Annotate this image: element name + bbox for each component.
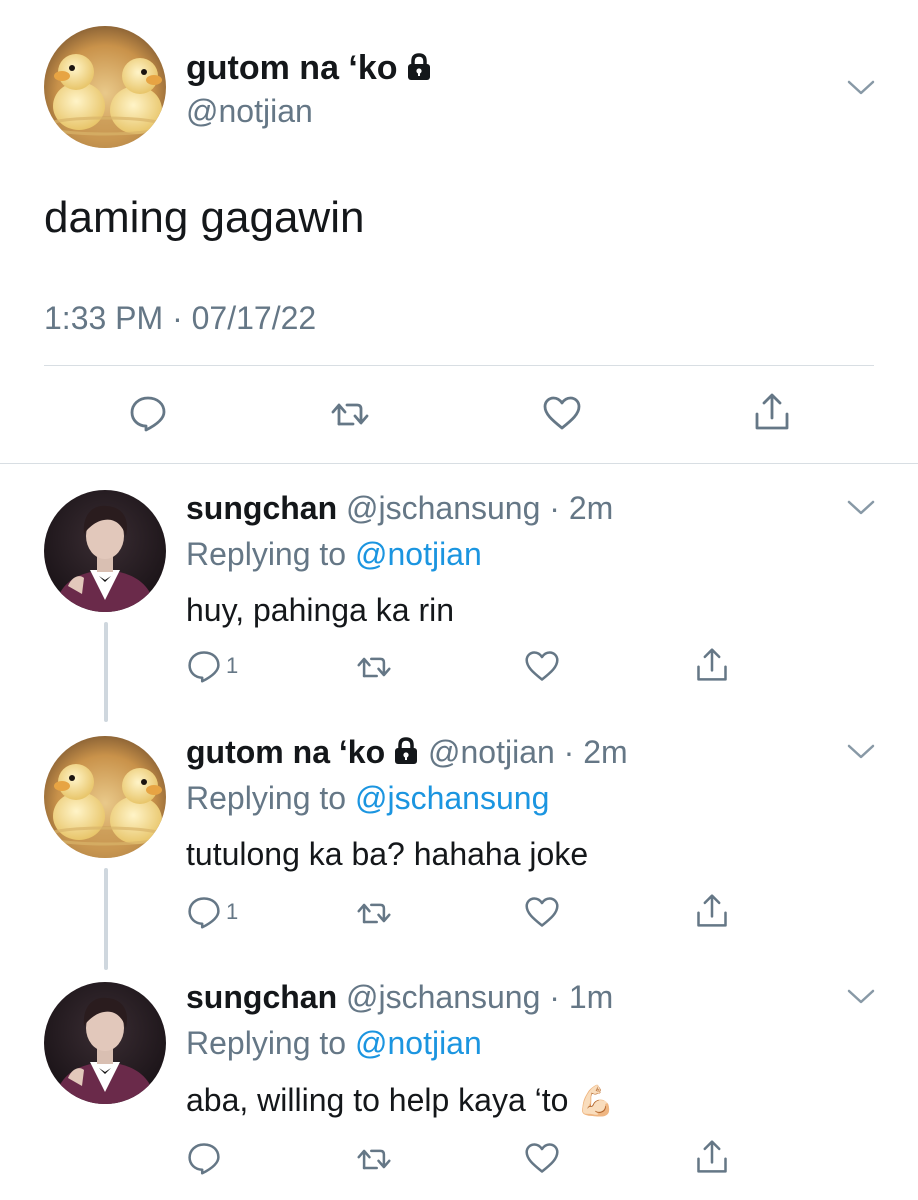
separator-dot: ·	[540, 979, 569, 1015]
reply-time[interactable]: 1m	[569, 979, 613, 1015]
retweet-icon	[356, 649, 392, 685]
share-button[interactable]	[694, 893, 730, 929]
lock-icon	[393, 736, 419, 766]
retweet-button[interactable]	[356, 649, 392, 685]
reply-icon	[128, 393, 168, 433]
avatar[interactable]	[44, 736, 166, 858]
reply-text: tutulong ka ba? hahaha joke	[186, 836, 589, 872]
chevron-down-icon[interactable]	[846, 742, 876, 762]
like-button[interactable]	[524, 1140, 560, 1176]
display-name[interactable]: sungchan	[186, 490, 337, 526]
separator-dot: ·	[540, 490, 569, 526]
retweet-button[interactable]	[356, 895, 392, 931]
reply-button[interactable]	[186, 1140, 226, 1176]
share-icon	[694, 893, 730, 929]
duck-figurine-avatar-image	[44, 26, 166, 148]
reply-time[interactable]: 2m	[583, 734, 627, 770]
tweet-text: daming gagawin	[44, 193, 365, 242]
reply-text-body: aba, willing to help kaya ‘to	[186, 1082, 569, 1118]
tweet-timestamp[interactable]: 1:33 PM · 07/17/22	[44, 298, 316, 338]
avatar[interactable]	[44, 26, 166, 148]
display-name-text: gutom na ‘ko	[186, 49, 398, 87]
reply-icon	[186, 1140, 222, 1176]
like-button[interactable]	[524, 648, 560, 684]
person-in-suit-avatar-image	[44, 982, 166, 1104]
share-icon	[694, 647, 730, 683]
handle[interactable]: @notjian	[186, 91, 313, 131]
divider	[0, 463, 918, 464]
reply-button[interactable]	[128, 393, 168, 433]
handle[interactable]: @jschansung	[346, 979, 540, 1015]
heart-icon	[524, 648, 560, 684]
handle[interactable]: @notjian	[428, 734, 555, 770]
reply-time[interactable]: 2m	[569, 490, 613, 526]
share-icon	[752, 392, 792, 432]
reply-count: 1	[226, 653, 239, 678]
reply-text: aba, willing to help kaya ‘to 💪🏻	[186, 1080, 615, 1122]
avatar[interactable]	[44, 982, 166, 1104]
replying-to-link[interactable]: @notjian	[355, 1025, 482, 1061]
retweet-button[interactable]	[356, 1141, 392, 1177]
replying-to: Replying to @notjian	[186, 534, 482, 574]
share-button[interactable]	[694, 1139, 730, 1175]
reply-icon	[186, 894, 222, 930]
thread-line	[104, 622, 108, 722]
retweet-icon	[356, 895, 392, 931]
separator-dot: ·	[554, 734, 584, 770]
lock-icon	[406, 52, 432, 82]
replying-to-link[interactable]: @notjian	[355, 536, 482, 572]
like-button[interactable]	[542, 393, 582, 433]
duck-figurine-avatar-image	[44, 736, 166, 858]
reply-header: sungchan @jschansung · 2m	[186, 488, 613, 528]
heart-icon	[524, 894, 560, 930]
replying-to: Replying to @notjian	[186, 1023, 482, 1063]
like-button[interactable]	[524, 894, 560, 930]
person-in-suit-avatar-image	[44, 490, 166, 612]
retweet-icon	[356, 1141, 392, 1177]
reply-button[interactable]: 1	[186, 894, 238, 930]
reply-text: huy, pahinga ka rin	[186, 592, 455, 628]
share-icon	[694, 1139, 730, 1175]
replying-to-link[interactable]: @jschansung	[355, 780, 549, 816]
display-name[interactable]: sungchan	[186, 979, 337, 1015]
share-button[interactable]	[752, 392, 792, 432]
heart-icon	[542, 393, 582, 433]
chevron-down-icon[interactable]	[846, 987, 876, 1007]
avatar[interactable]	[44, 490, 166, 612]
replying-to-label: Replying to	[186, 1025, 347, 1061]
divider	[44, 365, 874, 366]
heart-icon	[524, 1140, 560, 1176]
chevron-down-icon[interactable]	[846, 498, 876, 518]
reply-count: 1	[226, 899, 239, 924]
reply-button[interactable]: 1	[186, 648, 238, 684]
replying-to: Replying to @jschansung	[186, 778, 549, 818]
replying-to-label: Replying to	[186, 780, 347, 816]
reply-header: gutom na ‘ko @notjian · 2m	[186, 732, 628, 772]
retweet-icon	[330, 394, 370, 434]
thread-line	[104, 868, 108, 970]
reply-icon	[186, 648, 222, 684]
display-name[interactable]: gutom na ‘ko	[186, 48, 432, 88]
display-name[interactable]: gutom na ‘ko	[186, 734, 385, 770]
retweet-button[interactable]	[330, 394, 370, 434]
reply-header: sungchan @jschansung · 1m	[186, 977, 613, 1017]
flexed-biceps-emoji: 💪🏻	[577, 1085, 615, 1118]
share-button[interactable]	[694, 647, 730, 683]
replying-to-label: Replying to	[186, 536, 347, 572]
chevron-down-icon[interactable]	[846, 78, 876, 98]
handle[interactable]: @jschansung	[346, 490, 540, 526]
